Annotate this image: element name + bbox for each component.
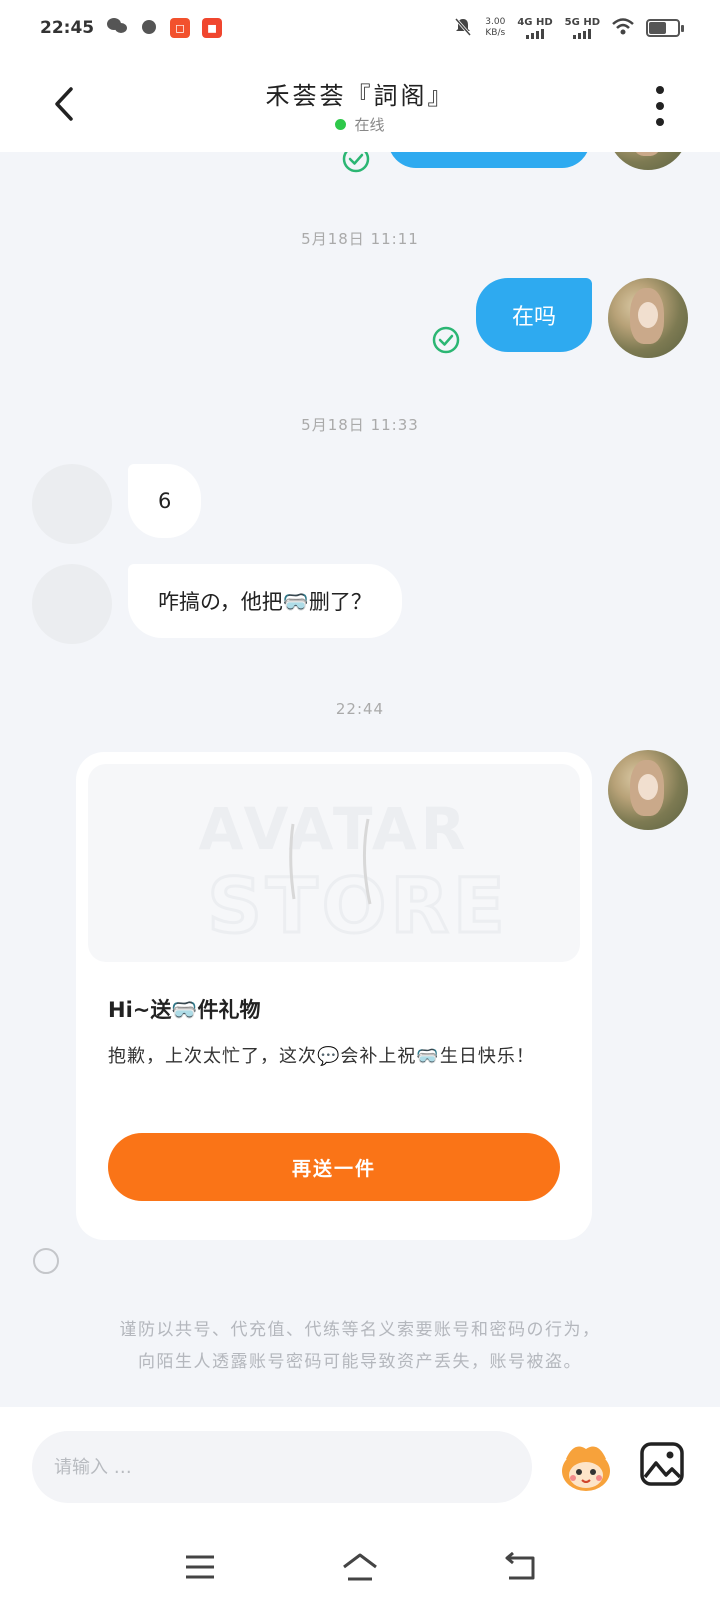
app-icon-1 [140, 17, 158, 40]
chat-messages[interactable]: 5月18日 11:11 在吗 5月18日 11:33 6 咋搞の，他把🥽删了？ … [0, 152, 720, 1407]
gift-image-text-1: AVATAR [199, 795, 470, 863]
message-bubble-sent-partial[interactable] [388, 152, 590, 168]
menu-icon [186, 1555, 214, 1579]
app-icon-3: ◼ [202, 18, 223, 38]
gift-title: Hi~送🥽件礼物 [108, 998, 261, 1022]
send-image-button[interactable] [639, 1441, 685, 1487]
sim2-signal: 5G HD [565, 17, 600, 39]
app-icon-2: ◻ [170, 18, 191, 38]
gift-image: AVATAR STORE [88, 764, 580, 962]
timestamp: 22:44 [335, 700, 385, 718]
my-avatar[interactable] [608, 278, 688, 358]
mute-bell-icon [453, 17, 473, 40]
wechat-icon [106, 17, 128, 40]
message-input[interactable] [32, 1431, 532, 1503]
my-avatar[interactable] [608, 750, 688, 830]
check-circle-icon [342, 152, 370, 173]
mascot-icon [562, 1446, 610, 1491]
net-speed: 3.00 KB/s [485, 17, 506, 38]
safety-notice: 谨防以共号、代充值、代练等名义索要账号和密码の行为， 向陌生人透露账号密码可能导… [40, 1314, 680, 1378]
chat-header: 禾荟荟『詞阁』 在线 [0, 56, 720, 152]
status-time: 22:45 [40, 18, 95, 38]
message-bubble-received[interactable]: 咋搞の，他把🥽删了？ [128, 564, 402, 638]
back-icon [505, 1552, 535, 1580]
input-bar [0, 1407, 720, 1612]
my-avatar[interactable] [608, 152, 688, 170]
home-button[interactable] [338, 1547, 382, 1587]
system-nav-bar [0, 1522, 720, 1612]
image-icon [640, 1442, 684, 1486]
safety-notice-line: 谨防以共号、代充值、代练等名义索要账号和密码の行为， [119, 1320, 601, 1340]
online-dot-icon [335, 119, 347, 130]
message-bubble-received[interactable]: 6 [128, 464, 202, 538]
contact-avatar[interactable] [32, 564, 112, 644]
contact-avatar[interactable] [32, 464, 112, 544]
home-icon [343, 1553, 377, 1581]
sticker-button[interactable] [556, 1437, 616, 1497]
gift-image-text-2: STORE [207, 861, 509, 950]
timestamp: 5月18日 11:11 [301, 230, 419, 248]
gift-description: 抱歉，上次太忙了，这次💬会补上祝🥽生日快乐！ [108, 1046, 535, 1067]
back-nav-button[interactable] [498, 1547, 542, 1587]
online-status: 在线 [0, 114, 720, 135]
message-bubble-sent[interactable]: 在吗 [476, 278, 592, 352]
more-vertical-icon [656, 86, 664, 94]
contact-name: 禾荟荟『詞阁』 [265, 82, 455, 110]
battery-icon [646, 19, 684, 37]
sim1-signal: 4G HD [517, 17, 553, 39]
menu-button[interactable] [178, 1547, 222, 1587]
check-circle-icon [432, 326, 460, 354]
gift-card[interactable]: AVATAR STORE Hi~送🥽件礼物 抱歉，上次太忙了，这次💬会补上祝🥽生… [76, 752, 592, 1240]
send-status-icon [33, 1248, 59, 1274]
safety-notice-line: 向陌生人透露账号密码可能导致资产丢失，账号被盗。 [138, 1352, 582, 1372]
more-options-button[interactable] [650, 86, 670, 126]
timestamp: 5月18日 11:33 [301, 416, 419, 434]
status-bar: 22:45 ◻ ◼ 3.00 KB/s 4G HD 5G HD [0, 0, 720, 56]
send-another-button[interactable]: 再送一件 [108, 1133, 560, 1201]
wifi-icon [612, 17, 634, 39]
